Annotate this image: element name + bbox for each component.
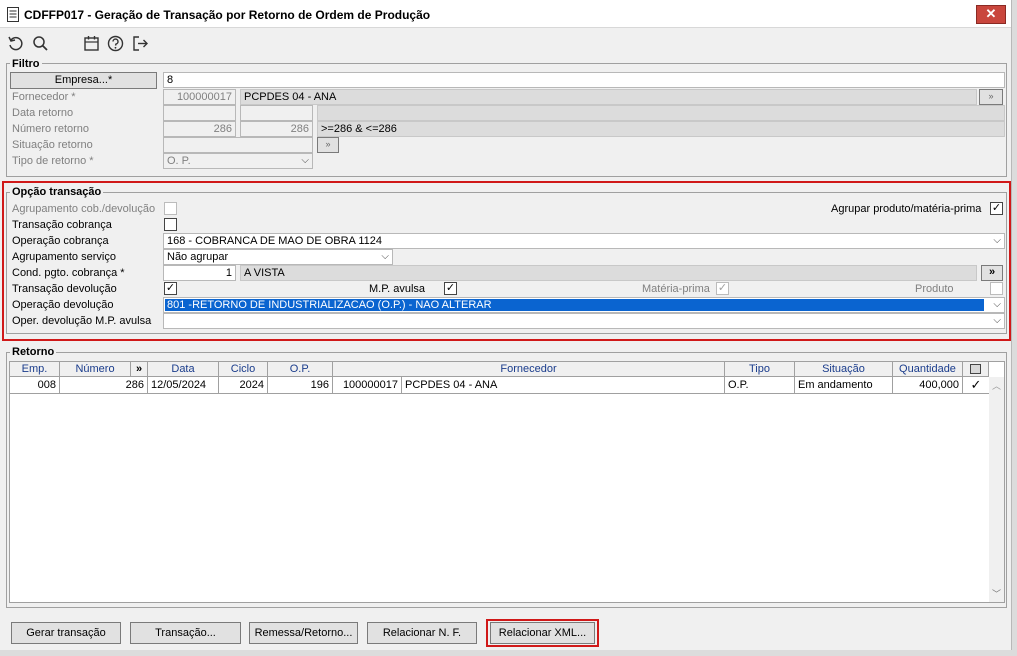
numero-retorno-label: Número retorno [12, 123, 90, 135]
relacionar-nf-button[interactable]: Relacionar N. F. [367, 622, 477, 644]
remessa-retorno-button[interactable]: Remessa/Retorno... [249, 622, 358, 644]
scroll-up-icon[interactable]: ︿ [992, 379, 1001, 392]
transacao-devolucao-checkbox[interactable]: ✓ [164, 282, 177, 295]
situacao-lookup-button[interactable]: » [317, 137, 339, 153]
col-numero[interactable]: Número [60, 362, 131, 377]
calendar-icon[interactable] [83, 35, 100, 52]
agrupamento-servico-label: Agrupamento serviço [12, 251, 116, 263]
numero-retorno-to-input[interactable]: 286 [240, 121, 313, 137]
col-tipo[interactable]: Tipo [725, 362, 795, 377]
cond-pgto-name-field: A VISTA [240, 265, 977, 281]
data-retorno-to-input[interactable] [240, 105, 313, 121]
cell-numero[interactable]: 286 [60, 377, 148, 394]
cell-fornecedor-code[interactable]: 100000017 [333, 377, 402, 394]
transacao-devolucao-label: Transação devolução [12, 283, 117, 295]
cell-tipo[interactable]: O.P. [725, 377, 795, 394]
situacao-retorno-input[interactable] [163, 137, 313, 153]
agrupar-produto-checkbox[interactable]: ✓ [990, 202, 1003, 215]
operacao-cobranca-select[interactable]: 168 - COBRANCA DE MAO DE OBRA 1124 ⌵ [163, 233, 1005, 249]
chevron-down-icon: ⌵ [993, 299, 1001, 310]
operacao-devolucao-label: Operação devolução [12, 299, 114, 311]
cell-data[interactable]: 12/05/2024 [148, 377, 219, 394]
tipo-retorno-label: Tipo de retorno * [12, 155, 94, 167]
agrupamento-servico-select[interactable]: Não agrupar ⌵ [163, 249, 393, 265]
cell-situacao[interactable]: Em andamento [795, 377, 893, 394]
data-retorno-label: Data retorno [12, 107, 74, 119]
empresa-input[interactable]: 8 [163, 72, 1005, 88]
cell-quantidade[interactable]: 400,000 [893, 377, 963, 394]
select-all-checkbox[interactable] [970, 364, 981, 374]
cond-pgto-code-input[interactable]: 1 [163, 265, 236, 281]
fornecedor-lookup-button[interactable]: » [979, 89, 1003, 105]
refresh-icon[interactable] [7, 35, 24, 52]
mp-avulsa-label: M.P. avulsa [369, 283, 426, 295]
cell-op[interactable]: 196 [268, 377, 333, 394]
cond-pgto-lookup-button[interactable]: » [981, 265, 1003, 281]
chevron-down-icon: ⌵ [381, 251, 389, 262]
operacao-devolucao-select[interactable]: 801 -RETORNO DE INDUSTRIALIZACAO (O.P.) … [163, 297, 1005, 313]
col-emp[interactable]: Emp. [10, 362, 60, 377]
taskbar-strip [0, 650, 1017, 656]
produto-label: Produto [915, 283, 954, 295]
oper-dev-mp-label: Oper. devolução M.P. avulsa [12, 315, 152, 327]
cell-emp[interactable]: 008 [10, 377, 60, 394]
agrupamento-servico-value: Não agrupar [167, 251, 229, 263]
chevron-down-icon: ⌵ [993, 315, 1001, 326]
agrupar-produto-label: Agrupar produto/matéria-prima [831, 203, 982, 215]
data-retorno-expr-field [317, 105, 1005, 121]
retorno-table[interactable]: Emp. Número » Data Ciclo O.P. Fornecedor… [9, 361, 1005, 603]
oper-dev-mp-select[interactable]: ⌵ [163, 313, 1005, 329]
window-title: CDFFP017 - Geração de Transação por Reto… [24, 8, 431, 22]
cell-ciclo[interactable]: 2024 [219, 377, 268, 394]
col-expand[interactable]: » [131, 362, 148, 377]
row-checkbox[interactable]: ✓ [963, 377, 989, 394]
window-edge [1011, 0, 1017, 656]
cell-fornecedor-name[interactable]: PCPDES 04 - ANA [402, 377, 725, 394]
mp-avulsa-checkbox[interactable]: ✓ [444, 282, 457, 295]
operacao-cobranca-label: Operação cobrança [12, 235, 109, 247]
materia-prima-label: Matéria-prima [642, 283, 710, 295]
opcao-label: Opção transação [10, 186, 104, 198]
table-scrollbar[interactable]: ︿ ﹀ [989, 377, 1004, 602]
agrupamento-cob-checkbox[interactable] [164, 202, 177, 215]
search-icon[interactable] [32, 35, 49, 52]
scroll-down-icon[interactable]: ﹀ [992, 587, 1001, 600]
chevron-down-icon: ⌵ [993, 235, 1001, 246]
fornecedor-name-field: PCPDES 04 - ANA [240, 89, 977, 105]
transacao-button[interactable]: Transação... [130, 622, 241, 644]
transacao-cobranca-checkbox[interactable] [164, 218, 177, 231]
filtro-label: Filtro [10, 58, 42, 70]
materia-prima-checkbox[interactable]: ✓ [716, 282, 729, 295]
agrupamento-cob-label: Agrupamento cob./devolução [12, 203, 156, 215]
col-situacao[interactable]: Situação [795, 362, 893, 377]
data-retorno-from-input[interactable] [163, 105, 236, 121]
operacao-devolucao-value: 801 -RETORNO DE INDUSTRIALIZACAO (O.P.) … [167, 299, 492, 311]
chevron-down-icon: ⌵ [301, 155, 309, 166]
empresa-button[interactable]: Empresa...* [10, 72, 157, 89]
produto-checkbox[interactable] [990, 282, 1003, 295]
col-op[interactable]: O.P. [268, 362, 333, 377]
fornecedor-label: Fornecedor * [12, 91, 76, 103]
tipo-retorno-value: O. P. [167, 155, 191, 167]
document-icon [7, 7, 19, 22]
col-fornecedor[interactable]: Fornecedor [333, 362, 725, 377]
relacionar-xml-button[interactable]: Relacionar XML... [490, 622, 595, 644]
cond-pgto-label: Cond. pgto. cobrança * [12, 267, 125, 279]
situacao-retorno-label: Situação retorno [12, 139, 93, 151]
col-data[interactable]: Data [148, 362, 219, 377]
close-button[interactable]: ✕ [976, 5, 1006, 24]
retorno-label: Retorno [10, 346, 57, 358]
operacao-cobranca-value: 168 - COBRANCA DE MAO DE OBRA 1124 [167, 235, 382, 247]
gerar-transacao-button[interactable]: Gerar transação [11, 622, 121, 644]
numero-retorno-expr-field: >=286 & <=286 [317, 121, 1005, 137]
exit-icon[interactable] [132, 35, 149, 52]
numero-retorno-from-input[interactable]: 286 [163, 121, 236, 137]
help-icon[interactable] [107, 35, 124, 52]
col-quantidade[interactable]: Quantidade [893, 362, 963, 377]
col-select-all[interactable] [963, 362, 989, 377]
tipo-retorno-select[interactable]: O. P. ⌵ [163, 153, 313, 169]
col-ciclo[interactable]: Ciclo [219, 362, 268, 377]
fornecedor-code-input[interactable]: 100000017 [163, 89, 236, 105]
transacao-cobranca-label: Transação cobrança [12, 219, 112, 231]
